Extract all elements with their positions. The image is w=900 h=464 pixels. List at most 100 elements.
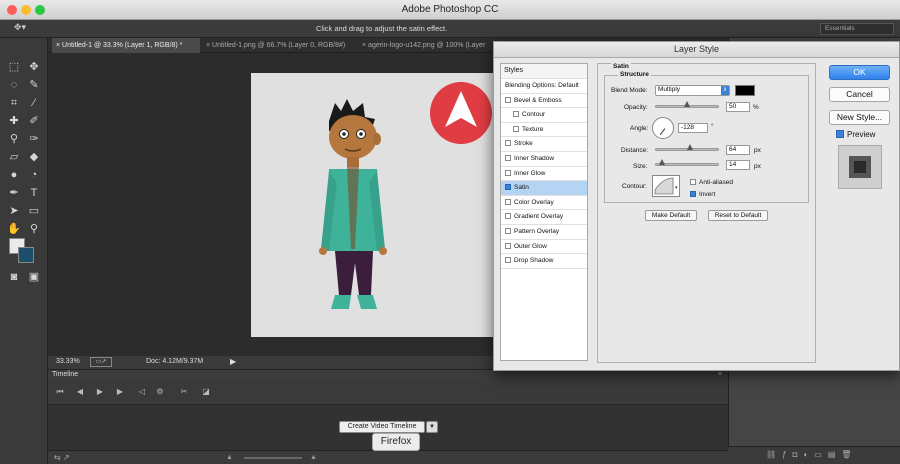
- style-item[interactable]: Stroke: [501, 137, 587, 152]
- size-slider-thumb[interactable]: [659, 159, 665, 165]
- timeline-type-dropdown-icon[interactable]: ▼: [426, 421, 438, 433]
- document-canvas[interactable]: [251, 73, 495, 337]
- split-scissors-icon[interactable]: ✂: [178, 386, 190, 398]
- invert-checkbox[interactable]: Invert: [690, 189, 715, 198]
- paint-bucket-tool-icon[interactable]: ◆: [25, 148, 43, 166]
- zoom-in-icon[interactable]: ▲: [310, 454, 317, 461]
- style-checkbox[interactable]: [505, 213, 511, 220]
- type-tool-icon[interactable]: T: [25, 184, 43, 202]
- style-item[interactable]: Inner Shadow: [501, 152, 587, 167]
- preview-checkbox[interactable]: Preview: [836, 130, 875, 139]
- lasso-tool-icon[interactable]: ◌: [5, 76, 23, 94]
- background-color-swatch[interactable]: [18, 247, 34, 263]
- layer-actions-icons[interactable]: ⛓ƒ◘◐▭▤🗑: [766, 450, 858, 459]
- convert-frame-icon[interactable]: ⇆ ↗: [54, 453, 70, 462]
- style-checkbox[interactable]: [505, 169, 511, 176]
- style-checkbox[interactable]: [505, 257, 511, 264]
- preview-inner-square: [854, 161, 866, 173]
- style-checkbox[interactable]: [505, 96, 511, 103]
- style-checkbox[interactable]: [505, 242, 511, 249]
- style-item[interactable]: Outer Glow: [501, 240, 587, 255]
- next-frame-icon[interactable]: ▶: [114, 386, 126, 398]
- opacity-input[interactable]: 50: [726, 102, 750, 112]
- opacity-slider-thumb[interactable]: [684, 101, 690, 107]
- style-item[interactable]: Contour: [501, 108, 587, 123]
- create-video-timeline-button[interactable]: Create Video Timeline: [339, 421, 425, 433]
- previous-frame-icon[interactable]: ◀: [74, 386, 86, 398]
- crop-tool-icon[interactable]: ⌗: [5, 94, 23, 112]
- style-item-label: Texture: [522, 125, 544, 133]
- play-icon[interactable]: ▶: [94, 386, 106, 398]
- contour-picker[interactable]: ▾: [652, 175, 680, 197]
- size-input[interactable]: 14: [726, 160, 750, 170]
- panel-menu-icon[interactable]: ≡: [718, 371, 722, 378]
- quick-mask-icon[interactable]: ◙: [5, 268, 23, 286]
- move-tool-icon[interactable]: ✥: [25, 58, 43, 76]
- tab-agerin-logo[interactable]: × agerin-logo-u142.png @ 100% (Layer: [358, 38, 493, 53]
- pen-tool-icon[interactable]: ✒: [5, 184, 23, 202]
- style-checkbox[interactable]: [513, 125, 519, 132]
- tab-untitled-1[interactable]: × Untitled-1 @ 33.3% (Layer 1, RGB/8) *: [52, 38, 200, 53]
- blend-mode-select[interactable]: Multiply ⇕: [655, 85, 730, 96]
- clone-stamp-tool-icon[interactable]: ⚲: [5, 130, 23, 148]
- eraser-tool-icon[interactable]: ▱: [5, 148, 23, 166]
- style-item[interactable]: Inner Glow: [501, 167, 587, 182]
- status-menu-arrow-icon[interactable]: ▶: [230, 357, 236, 366]
- cancel-button[interactable]: Cancel: [829, 87, 890, 102]
- make-default-button[interactable]: Make Default: [645, 210, 697, 221]
- timeline-controls: ⏮ ◀ ▶ ▶ ◁ ⚙ ✂ ◪: [48, 381, 728, 405]
- style-item[interactable]: Texture: [501, 123, 587, 138]
- history-brush-tool-icon[interactable]: ✑: [25, 130, 43, 148]
- style-checkbox[interactable]: [505, 198, 511, 205]
- tab-untitled-1-png[interactable]: × Untitled-1.png @ 66.7% (Layer 0, RGB/8…: [202, 38, 356, 53]
- style-item[interactable]: Drop Shadow: [501, 254, 587, 269]
- angle-dial[interactable]: [652, 117, 674, 139]
- healing-brush-tool-icon[interactable]: ✚: [5, 112, 23, 130]
- style-checkbox[interactable]: [505, 228, 511, 234]
- audio-icon[interactable]: ◁: [136, 386, 148, 398]
- angle-input[interactable]: -128: [678, 123, 708, 133]
- screen-mode-icon[interactable]: ▣: [25, 268, 43, 286]
- anti-aliased-checkbox[interactable]: Anti-aliased: [690, 177, 733, 186]
- style-item-label: Color Overlay: [514, 198, 554, 206]
- first-frame-icon[interactable]: ⏮: [54, 386, 66, 398]
- style-item[interactable]: Blending Options: Default: [501, 79, 587, 94]
- distance-input[interactable]: 64: [726, 145, 750, 155]
- zoom-level[interactable]: 33.33%: [56, 358, 80, 365]
- styles-header[interactable]: Styles: [501, 64, 587, 79]
- style-item[interactable]: Satin: [501, 181, 587, 196]
- style-item[interactable]: Pattern Overlay: [501, 225, 587, 240]
- style-item[interactable]: Color Overlay: [501, 196, 587, 211]
- zoom-out-icon[interactable]: ▲: [226, 454, 233, 461]
- reset-to-default-button[interactable]: Reset to Default: [708, 210, 768, 221]
- share-icon[interactable]: ▭↗: [90, 357, 112, 367]
- shape-tool-icon[interactable]: ▭: [25, 202, 43, 220]
- distance-slider-thumb[interactable]: [687, 144, 693, 150]
- style-item-label: Satin: [514, 184, 529, 192]
- zoom-tool-icon[interactable]: ⚲: [25, 220, 43, 238]
- quick-select-tool-icon[interactable]: ✎: [25, 76, 43, 94]
- move-tool-preset-icon[interactable]: ✥▾: [14, 22, 38, 35]
- dodge-tool-icon[interactable]: ◔: [25, 166, 43, 184]
- brush-tool-icon[interactable]: ✐: [25, 112, 43, 130]
- blur-tool-icon[interactable]: ●: [5, 166, 23, 184]
- transition-icon[interactable]: ◪: [200, 386, 212, 398]
- settings-icon[interactable]: ⚙: [154, 386, 166, 398]
- new-style-button[interactable]: New Style...: [829, 110, 890, 125]
- style-item[interactable]: Bevel & Emboss: [501, 94, 587, 109]
- hand-tool-icon[interactable]: ✋: [5, 220, 23, 238]
- style-checkbox[interactable]: [505, 184, 511, 191]
- style-checkbox[interactable]: [505, 140, 511, 147]
- marquee-tool-icon[interactable]: ⬚: [5, 58, 23, 76]
- style-checkbox[interactable]: [513, 111, 519, 118]
- style-item[interactable]: Gradient Overlay: [501, 210, 587, 225]
- satin-color-swatch[interactable]: [735, 85, 755, 96]
- eyedropper-tool-icon[interactable]: ⁄: [25, 94, 43, 112]
- timeline-zoom-slider[interactable]: [244, 457, 302, 459]
- path-selection-tool-icon[interactable]: ➤: [5, 202, 23, 220]
- contour-curve-icon: ▾: [654, 177, 678, 195]
- ok-button[interactable]: OK: [829, 65, 890, 80]
- cartoon-character: [319, 99, 387, 309]
- style-checkbox[interactable]: [505, 155, 511, 161]
- workspace-select[interactable]: Essentials: [820, 23, 894, 35]
